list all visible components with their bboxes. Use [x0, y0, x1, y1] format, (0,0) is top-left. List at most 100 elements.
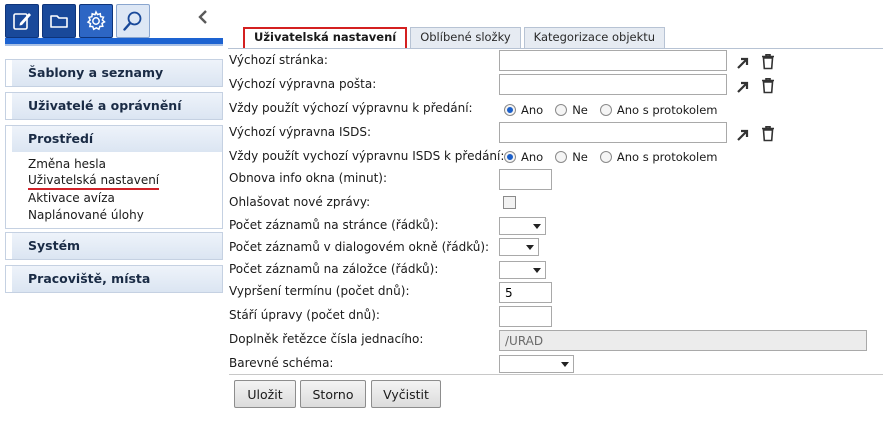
row-announce-messages: Ohlašovat nové zprávy:: [229, 192, 879, 212]
menu-item-user-settings[interactable]: Uživatelská nastavení: [28, 173, 160, 190]
pick-arrow-icon: [736, 57, 748, 69]
sidebar-accent-divider: [5, 44, 223, 46]
chevron-down-icon: [533, 268, 541, 273]
deadline-expiry-input[interactable]: [499, 282, 552, 303]
chevron-down-icon: [533, 224, 541, 229]
menu-item-scheduled-tasks[interactable]: Naplánované úlohy: [28, 207, 222, 224]
rows-per-page-select[interactable]: [499, 217, 546, 235]
menu-head-users[interactable]: Uživatelé a oprávnění: [6, 93, 222, 119]
menu-section-system: Systém: [5, 232, 223, 260]
menu-section-environment: Prostředí Změna hesla Uživatelská nastav…: [5, 125, 223, 229]
label-default-isds: Výchozí výpravna ISDS:: [229, 125, 372, 139]
always-default-handover-radios: Ano Ne Ano s protokolem: [504, 103, 730, 117]
edit-document-icon: [13, 13, 31, 30]
menu-section-workplaces: Pracoviště, místa: [5, 265, 223, 293]
tab-user-settings[interactable]: Uživatelská nastavení: [243, 27, 408, 48]
default-post-pick-button[interactable]: [734, 77, 752, 95]
radio-dot-isds-yes-protocol[interactable]: [599, 151, 612, 163]
chevron-left-icon: [198, 10, 207, 24]
label-always-default-handover: Vždy použít výchozí výpravnu k předání:: [229, 101, 473, 115]
cancel-button[interactable]: Storno: [300, 380, 366, 408]
default-isds-input[interactable]: [499, 122, 727, 143]
label-refresh-info: Obnova info okna (minut):: [229, 171, 388, 185]
radio-dot-isds-yes[interactable]: [504, 151, 516, 163]
menu-section-users: Uživatelé a oprávnění: [5, 92, 223, 120]
label-start-page: Výchozí stránka:: [229, 53, 328, 67]
main-toolbar: [5, 4, 153, 38]
chevron-down-icon: [561, 362, 569, 367]
settings-gear-icon: [86, 10, 106, 31]
radio-label-yes: Ano: [521, 103, 544, 117]
form-bottom-divider: [229, 374, 883, 375]
label-default-post: Výchozí výpravna pošta:: [229, 77, 377, 91]
edit-document-button[interactable]: [5, 4, 39, 38]
color-scheme-select[interactable]: [499, 355, 574, 373]
row-rows-in-tab: Počet záznamů na záložce (řádků):: [229, 259, 879, 279]
menu-head-templates[interactable]: Šablony a seznamy: [6, 60, 222, 86]
row-rows-per-page: Počet záznamů na stránce (řádků):: [229, 215, 879, 235]
trash-icon: [762, 77, 774, 93]
default-isds-pick-button[interactable]: [734, 125, 752, 143]
radio-yes-protocol[interactable]: Ano s protokolem: [599, 103, 718, 117]
radio-isds-yes-protocol[interactable]: Ano s protokolem: [599, 150, 718, 164]
menu-item-change-password[interactable]: Změna hesla: [28, 156, 222, 173]
always-isds-handover-radios: Ano Ne Ano s protokolem: [504, 150, 730, 164]
tab-baseline: [228, 48, 883, 49]
label-rows-in-dialog: Počet záznamů v dialogovém okně (řádků):: [229, 240, 490, 254]
radio-dot-no[interactable]: [555, 104, 568, 116]
radio-label-isds-yes: Ano: [521, 150, 544, 164]
row-rows-in-dialog: Počet záznamů v dialogovém okně (řádků):: [229, 237, 879, 257]
ref-number-suffix-input: [499, 330, 867, 351]
folders-button[interactable]: [42, 4, 76, 38]
start-page-clear-button[interactable]: [759, 52, 777, 70]
folder-icon: [50, 15, 68, 28]
tab-object-categorization[interactable]: Kategorizace objektu: [523, 27, 666, 48]
default-post-input[interactable]: [499, 74, 727, 95]
label-always-isds-handover: Vždy použít vychozí výpravnu ISDS k před…: [229, 149, 505, 163]
save-button[interactable]: Uložit: [234, 380, 296, 408]
menu-head-environment[interactable]: Prostředí: [6, 126, 222, 152]
menu-head-system[interactable]: Systém: [6, 233, 222, 259]
search-magnifier-icon: [123, 11, 142, 31]
menu-head-workplaces[interactable]: Pracoviště, místa: [6, 266, 222, 292]
default-isds-clear-button[interactable]: [759, 124, 777, 142]
radio-label-isds-yes-protocol: Ano s protokolem: [616, 150, 718, 164]
settings-button[interactable]: [79, 4, 113, 38]
refresh-info-input[interactable]: [499, 169, 552, 190]
menu-item-notification-activation[interactable]: Aktivace avíza: [28, 190, 222, 207]
radio-dot-yes-protocol[interactable]: [599, 104, 612, 116]
row-deadline-expiry: Vypršení termínu (počet dnů):: [229, 281, 879, 301]
clear-button[interactable]: Vyčistit: [371, 380, 441, 408]
label-announce-messages: Ohlašovat nové zprávy:: [229, 195, 371, 209]
label-color-scheme: Barevné schéma:: [229, 356, 334, 370]
edit-age-input[interactable]: [499, 306, 552, 327]
radio-dot-yes[interactable]: [504, 104, 516, 116]
start-page-pick-button[interactable]: [734, 53, 752, 71]
trash-icon: [762, 53, 774, 69]
row-edit-age: Stáří úpravy (počet dnů):: [229, 305, 879, 325]
rows-in-tab-select[interactable]: [499, 261, 546, 279]
collapse-sidebar-button[interactable]: [196, 8, 210, 26]
radio-label-isds-no: Ne: [572, 150, 588, 164]
radio-yes[interactable]: Ano: [504, 103, 543, 117]
label-deadline-expiry: Vypršení termínu (počet dnů):: [229, 284, 410, 298]
chevron-down-icon: [526, 245, 534, 250]
search-button[interactable]: [116, 4, 150, 38]
pick-arrow-icon: [736, 129, 748, 141]
rows-in-dialog-select[interactable]: [499, 238, 539, 256]
pick-arrow-icon: [736, 81, 748, 93]
menu-section-templates: Šablony a seznamy: [5, 59, 223, 87]
radio-dot-isds-no[interactable]: [555, 151, 568, 163]
radio-no[interactable]: Ne: [555, 103, 588, 117]
start-page-input[interactable]: [499, 50, 727, 71]
label-rows-in-tab: Počet záznamů na záložce (řádků):: [229, 262, 439, 276]
radio-label-yes-protocol: Ano s protokolem: [616, 103, 718, 117]
announce-messages-checkbox[interactable]: [503, 196, 516, 209]
row-refresh-info: Obnova info okna (minut):: [229, 168, 879, 188]
tab-favorite-folders[interactable]: Oblíbené složky: [410, 27, 521, 48]
default-post-clear-button[interactable]: [759, 76, 777, 94]
environment-items: Změna hesla Uživatelská nastavení Aktiva…: [6, 152, 222, 228]
radio-isds-yes[interactable]: Ano: [504, 150, 543, 164]
settings-tabs: Uživatelská nastavení Oblíbené složky Ka…: [243, 27, 668, 48]
radio-isds-no[interactable]: Ne: [555, 150, 588, 164]
